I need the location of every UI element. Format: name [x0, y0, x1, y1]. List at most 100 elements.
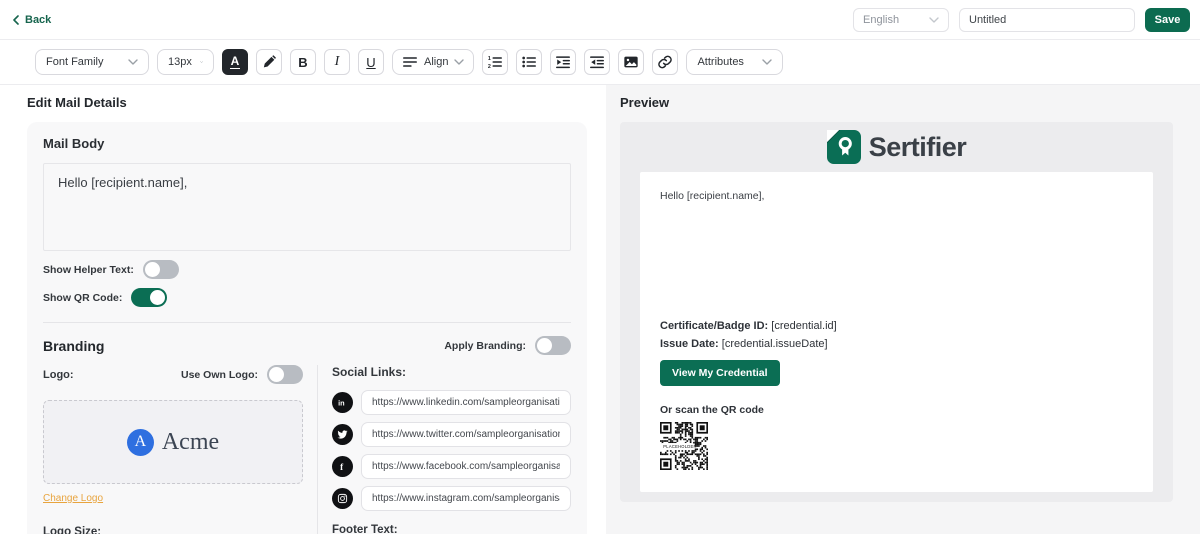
- twitter-url-input[interactable]: [361, 422, 571, 447]
- edit-mail-card: Mail Body Hello [recipient.name], Show H…: [27, 122, 587, 534]
- branding-heading: Branding: [43, 338, 104, 354]
- chevron-down-icon: [200, 59, 203, 65]
- indent-button[interactable]: [550, 49, 576, 75]
- bullet-list-button[interactable]: [516, 49, 542, 75]
- issue-date-value: [credential.issueDate]: [722, 338, 828, 350]
- insert-link-button[interactable]: [652, 49, 678, 75]
- italic-button[interactable]: I: [324, 49, 350, 75]
- align-left-icon: [402, 54, 418, 70]
- top-bar: Back English Save: [0, 0, 1200, 40]
- italic-icon: I: [335, 54, 340, 70]
- sertifier-brand-name: Sertifier: [869, 132, 967, 163]
- column-divider: [317, 365, 318, 534]
- language-value: English: [863, 14, 899, 26]
- sertifier-logo-icon: [827, 130, 861, 164]
- sertifier-brand: Sertifier: [640, 122, 1153, 172]
- bullet-list-icon: [521, 54, 537, 70]
- instagram-icon: [332, 488, 353, 509]
- preview-card: Sertifier Hello [recipient.name], Certif…: [620, 122, 1173, 502]
- chevron-down-icon: [128, 59, 138, 65]
- social-row-twitter: [332, 422, 571, 447]
- font-color-icon: A: [230, 55, 241, 69]
- show-helper-text-toggle[interactable]: [143, 260, 179, 279]
- apply-branding-label: Apply Branding:: [444, 340, 526, 352]
- mail-body-editor[interactable]: Hello [recipient.name],: [43, 163, 571, 251]
- qr-placeholder-text: PLACEHOLDER: [663, 444, 696, 449]
- qr-code-image: PLACEHOLDER: [660, 422, 708, 470]
- align-label: Align: [424, 56, 448, 68]
- highlight-button[interactable]: [256, 49, 282, 75]
- insert-image-button[interactable]: [618, 49, 644, 75]
- use-own-logo-toggle[interactable]: [267, 365, 303, 384]
- ordered-list-icon: 1 2: [487, 54, 503, 70]
- outdent-button[interactable]: [584, 49, 610, 75]
- qr-caption: Or scan the QR code: [660, 404, 1133, 416]
- preview-heading: Preview: [620, 95, 1173, 110]
- highlighter-icon: [261, 54, 277, 70]
- ordered-list-button[interactable]: 1 2: [482, 49, 508, 75]
- editor-toolbar: Font Family 13px A B I U: [0, 40, 1200, 85]
- card-divider: [43, 322, 571, 323]
- issue-date-line: Issue Date: [credential.issueDate]: [660, 338, 1133, 350]
- credential-id-value: [credential.id]: [771, 320, 836, 332]
- underline-icon: U: [366, 55, 375, 70]
- twitter-icon: [332, 424, 353, 445]
- apply-branding-toggle[interactable]: [535, 336, 571, 355]
- attributes-value: Attributes: [697, 56, 743, 68]
- bold-button[interactable]: B: [290, 49, 316, 75]
- show-qr-code-label: Show QR Code:: [43, 292, 122, 304]
- social-row-facebook: f: [332, 454, 571, 479]
- facebook-icon: f: [332, 456, 353, 477]
- linkedin-icon: in: [332, 392, 353, 413]
- facebook-url-input[interactable]: [361, 454, 571, 479]
- acme-logo-name: Acme: [162, 429, 219, 456]
- language-select[interactable]: English: [853, 8, 949, 32]
- image-icon: [623, 54, 639, 70]
- acme-logo-icon: A: [127, 429, 154, 456]
- back-button[interactable]: Back: [12, 14, 51, 26]
- social-row-linkedin: in: [332, 390, 571, 415]
- toggle-knob: [269, 367, 284, 382]
- align-select[interactable]: Align: [392, 49, 474, 75]
- indent-decrease-icon: [589, 54, 605, 70]
- footer-text-label: Footer Text:: [332, 524, 571, 534]
- toggle-knob: [150, 290, 165, 305]
- indent-increase-icon: [555, 54, 571, 70]
- bold-icon: B: [298, 55, 307, 70]
- font-size-value: 13px: [168, 56, 192, 68]
- mail-body-label: Mail Body: [43, 136, 571, 151]
- svg-text:2: 2: [488, 64, 491, 70]
- chevron-down-icon: [762, 59, 772, 65]
- chevron-down-icon: [929, 17, 939, 23]
- credential-id-line: Certificate/Badge ID: [credential.id]: [660, 320, 1133, 332]
- font-family-value: Font Family: [46, 56, 103, 68]
- change-logo-link[interactable]: Change Logo: [43, 493, 103, 504]
- credential-id-label: Certificate/Badge ID:: [660, 320, 768, 332]
- logo-size-label: Logo Size:: [43, 526, 303, 534]
- font-size-select[interactable]: 13px: [157, 49, 214, 75]
- svg-text:f: f: [340, 462, 344, 472]
- linkedin-url-input[interactable]: [361, 390, 571, 415]
- logo-preview-box: A Acme: [43, 400, 303, 484]
- edit-mail-heading: Edit Mail Details: [27, 95, 606, 110]
- underline-button[interactable]: U: [358, 49, 384, 75]
- chevron-down-icon: [454, 59, 464, 65]
- font-color-button[interactable]: A: [222, 49, 248, 75]
- title-input[interactable]: [959, 8, 1135, 32]
- use-own-logo-label: Use Own Logo:: [181, 369, 258, 381]
- link-icon: [657, 54, 673, 70]
- issue-date-label: Issue Date:: [660, 338, 719, 350]
- svg-text:1: 1: [488, 56, 491, 62]
- save-button[interactable]: Save: [1145, 8, 1190, 32]
- show-helper-text-label: Show Helper Text:: [43, 264, 134, 276]
- view-credential-button[interactable]: View My Credential: [660, 360, 780, 386]
- social-row-instagram: [332, 486, 571, 511]
- instagram-url-input[interactable]: [361, 486, 571, 511]
- edit-mail-section: Edit Mail Details Mail Body Hello [recip…: [0, 85, 606, 534]
- social-links-label: Social Links:: [332, 365, 571, 379]
- show-qr-code-toggle[interactable]: [131, 288, 167, 307]
- logo-label: Logo:: [43, 369, 74, 381]
- font-family-select[interactable]: Font Family: [35, 49, 149, 75]
- toggle-knob: [537, 338, 552, 353]
- attributes-select[interactable]: Attributes: [686, 49, 783, 75]
